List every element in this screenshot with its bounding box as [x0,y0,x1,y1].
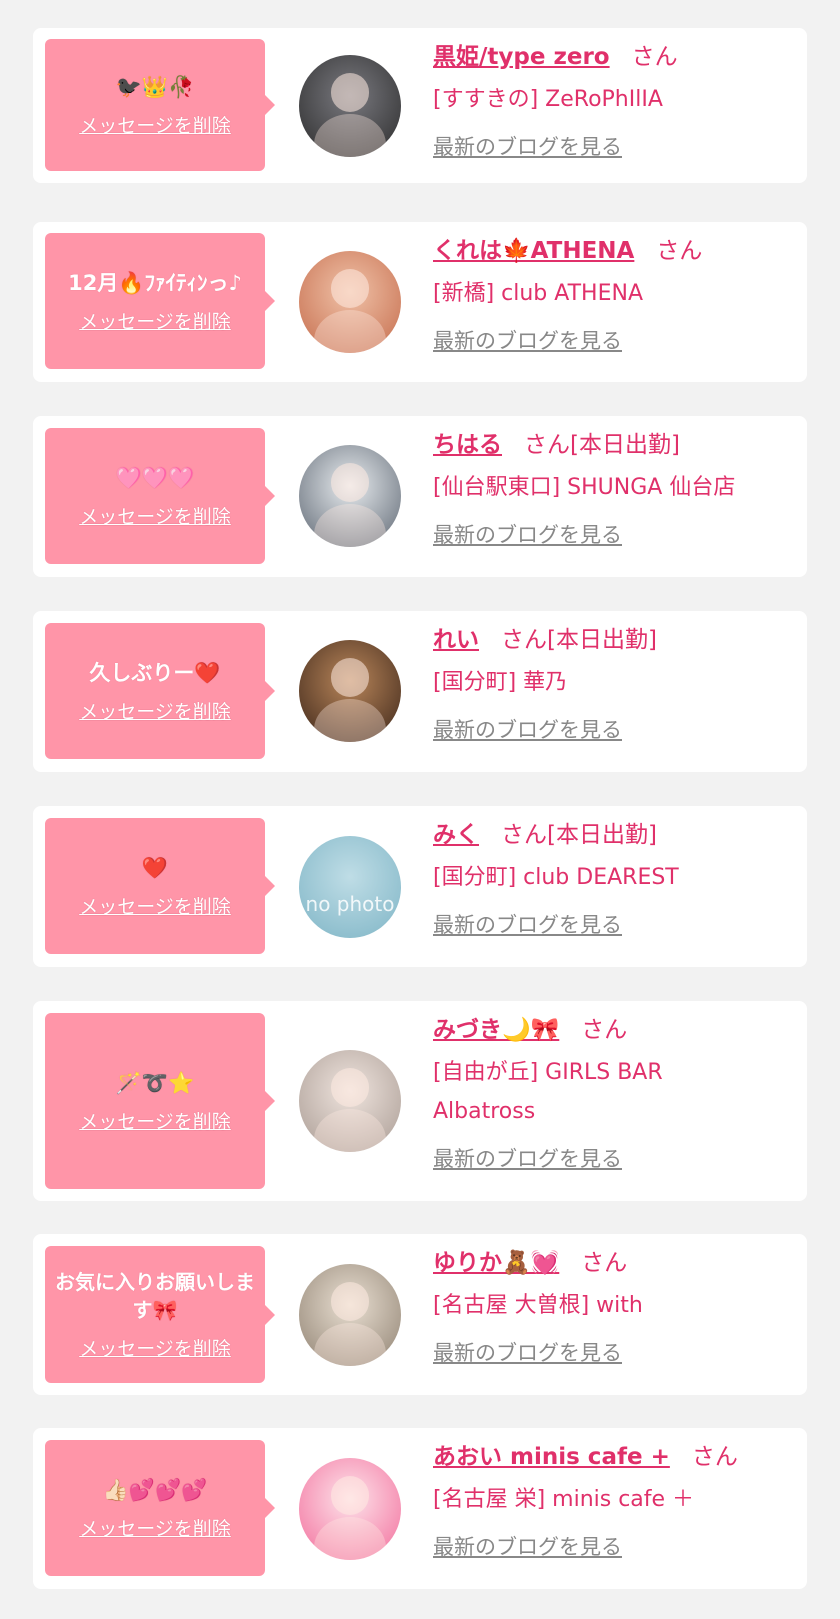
latest-blog-link[interactable]: 最新のブログを見る [433,519,622,549]
honorific-label: さん [581,1250,628,1276]
cast-info: くれは🍁ATHENA さん [新橋] club ATHENA 最新のブログを見る [433,234,803,355]
favorite-card: 12月🔥ﾌｧｲﾃｨﾝっ♪ メッセージを削除 くれは🍁ATHENA さん [新橋] … [33,222,807,382]
honorific-label: さん[本日出勤] [501,822,657,848]
message-text: お気に入りお願いします🎀 [55,1270,255,1322]
cast-info: あおい minis cafe + さん [名古屋 栄] minis cafe ＋ … [433,1440,803,1561]
favorite-card: ❤️ メッセージを削除 no photo みく さん[本日出勤] [国分町] cl… [33,806,807,967]
cast-name-link[interactable]: みく [433,822,479,848]
message-bubble: 久しぶりー❤️ メッセージを削除 [45,623,275,759]
delete-message-link[interactable]: メッセージを削除 [79,1334,231,1361]
favorite-card: 久しぶりー❤️ メッセージを削除 れい さん[本日出勤] [国分町] 華乃 最新の… [33,611,807,772]
honorific-label: さん [581,1017,628,1043]
favorite-card: 👍🏻💕💕💕 メッセージを削除 あおい minis cafe + さん [名古屋 栄… [33,1428,807,1589]
shop-label: [国分町] 華乃 [433,670,568,695]
cast-name-link[interactable]: 黒姫/type zero [433,44,610,70]
avatar[interactable] [299,55,401,157]
message-bubble: 👍🏻💕💕💕 メッセージを削除 [45,1440,275,1576]
delete-message-link[interactable]: メッセージを削除 [79,697,231,724]
favorites-message-list: 🐦‍⬛👑🥀 メッセージを削除 黒姫/type zero さん [すすきの] ZeR… [0,0,840,1619]
message-bubble: 🩷🩷🩷 メッセージを削除 [45,428,275,564]
avatar[interactable] [299,251,401,353]
honorific-label: さん [631,44,678,70]
latest-blog-link[interactable]: 最新のブログを見る [433,714,622,744]
cast-name-link[interactable]: くれは🍁ATHENA [433,238,634,264]
delete-message-link[interactable]: メッセージを削除 [79,1107,231,1134]
cast-name-link[interactable]: ちはる [433,432,502,458]
latest-blog-link[interactable]: 最新のブログを見る [433,131,622,161]
favorite-card: 🩷🩷🩷 メッセージを削除 ちはる さん[本日出勤] [仙台駅東口] SHUNGA … [33,416,807,577]
message-text: 🪄➰⭐️ [115,1070,195,1095]
message-bubble: お気に入りお願いします🎀 メッセージを削除 [45,1246,275,1383]
shop-label: [名古屋 栄] minis cafe ＋ [433,1487,695,1512]
shop-label: [新橋] club ATHENA [433,281,643,306]
honorific-label: さん[本日出勤] [501,627,657,653]
latest-blog-link[interactable]: 最新のブログを見る [433,1143,622,1173]
message-bubble: 🐦‍⬛👑🥀 メッセージを削除 [45,39,275,171]
no-photo-label: no photo [305,892,395,916]
avatar[interactable]: no photo [299,836,401,938]
cast-info: れい さん[本日出勤] [国分町] 華乃 最新のブログを見る [433,623,803,744]
latest-blog-link[interactable]: 最新のブログを見る [433,909,622,939]
avatar[interactable] [299,1458,401,1560]
cast-name-link[interactable]: あおい minis cafe + [433,1444,670,1470]
delete-message-link[interactable]: メッセージを削除 [79,307,231,334]
latest-blog-link[interactable]: 最新のブログを見る [433,325,622,355]
cast-info: ちはる さん[本日出勤] [仙台駅東口] SHUNGA 仙台店 最新のブログを見る [433,428,803,549]
message-text: ❤️ [141,855,169,880]
shop-label: [名古屋 大曽根] with [433,1293,643,1318]
shop-label: [国分町] club DEAREST [433,865,679,890]
cast-info: みづき🌙🎀 さん [自由が丘] GIRLS BAR Albatross 最新のブロ… [433,1013,803,1173]
avatar[interactable] [299,1264,401,1366]
message-text: 🐦‍⬛👑🥀 [115,74,195,99]
shop-label: [すすきの] ZeRoPhIlIA [433,87,663,112]
honorific-label: さん [656,238,703,264]
cast-info: ゆりか🧸💓 さん [名古屋 大曽根] with 最新のブログを見る [433,1246,803,1367]
message-bubble: ❤️ メッセージを削除 [45,818,275,954]
cast-name-link[interactable]: みづき🌙🎀 [433,1017,559,1043]
honorific-label: さん[本日出勤] [524,432,680,458]
favorite-card: 🐦‍⬛👑🥀 メッセージを削除 黒姫/type zero さん [すすきの] ZeR… [33,28,807,183]
avatar[interactable] [299,640,401,742]
favorite-card: 🪄➰⭐️ メッセージを削除 みづき🌙🎀 さん [自由が丘] GIRLS BAR A… [33,1001,807,1201]
message-text: 12月🔥ﾌｧｲﾃｨﾝっ♪ [68,270,242,295]
avatar[interactable] [299,1050,401,1152]
favorite-card: お気に入りお願いします🎀 メッセージを削除 ゆりか🧸💓 さん [名古屋 大曽根] … [33,1234,807,1395]
message-text: 🩷🩷🩷 [115,465,195,490]
cast-name-link[interactable]: ゆりか🧸💓 [433,1250,559,1276]
message-bubble: 12月🔥ﾌｧｲﾃｨﾝっ♪ メッセージを削除 [45,233,275,369]
cast-name-link[interactable]: れい [433,627,479,653]
avatar[interactable] [299,445,401,547]
cast-info: みく さん[本日出勤] [国分町] club DEAREST 最新のブログを見る [433,818,803,939]
shop-label: [仙台駅東口] SHUNGA 仙台店 [433,475,736,500]
latest-blog-link[interactable]: 最新のブログを見る [433,1531,622,1561]
honorific-label: さん [691,1444,738,1470]
message-text: 久しぶりー❤️ [89,660,221,685]
shop-label: [自由が丘] GIRLS BAR Albatross [433,1060,663,1124]
delete-message-link[interactable]: メッセージを削除 [79,892,231,919]
delete-message-link[interactable]: メッセージを削除 [79,1514,231,1541]
message-bubble: 🪄➰⭐️ メッセージを削除 [45,1013,275,1189]
latest-blog-link[interactable]: 最新のブログを見る [433,1337,622,1367]
message-text: 👍🏻💕💕💕 [102,1477,208,1502]
delete-message-link[interactable]: メッセージを削除 [79,502,231,529]
delete-message-link[interactable]: メッセージを削除 [79,111,231,138]
cast-info: 黒姫/type zero さん [すすきの] ZeRoPhIlIA 最新のブログを… [433,40,803,161]
